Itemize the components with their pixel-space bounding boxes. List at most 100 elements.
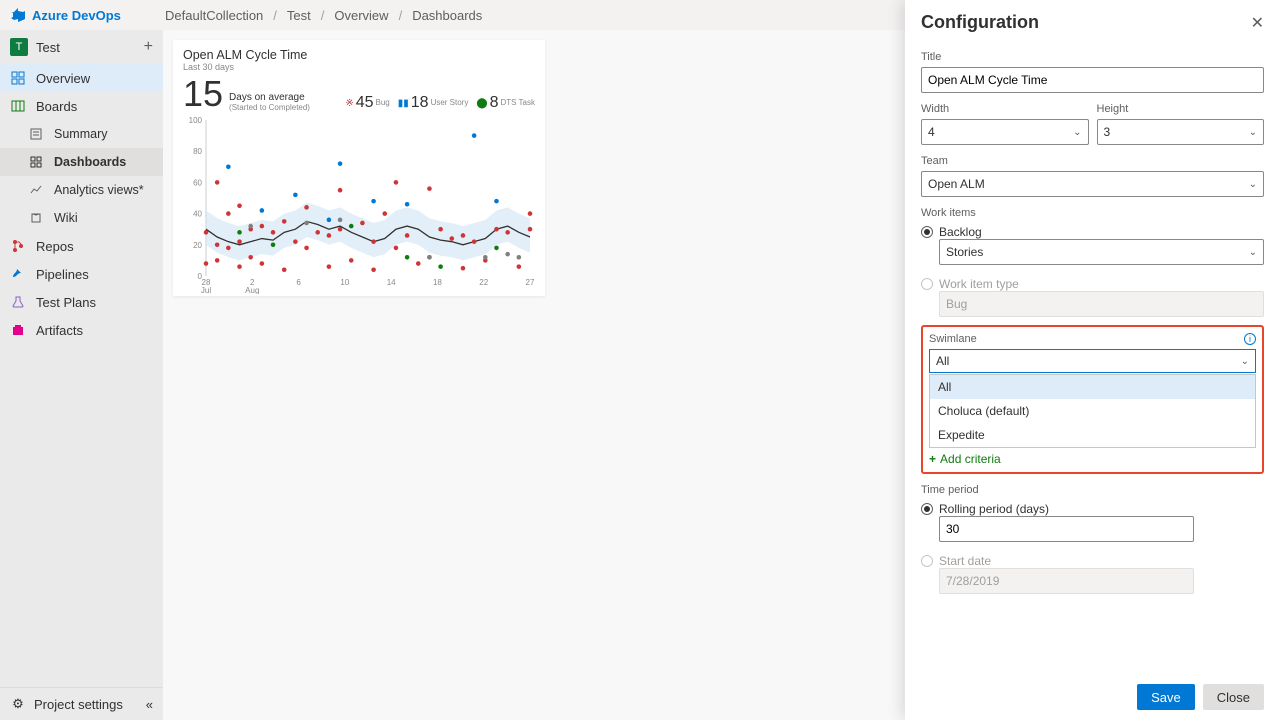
radio-off-icon (921, 555, 933, 567)
repos-icon (10, 238, 26, 254)
days-sublabel: (Started to Completed) (229, 103, 310, 112)
svg-text:6: 6 (296, 278, 301, 287)
info-icon[interactable]: i (1244, 333, 1256, 345)
panel-header: Configuration ✕ (905, 0, 1280, 37)
widget-header: 15 Days on average (Started to Completed… (183, 76, 535, 112)
project-row[interactable]: T Test + (0, 30, 163, 64)
chevron-down-icon: ⌄ (1073, 127, 1081, 138)
height-label: Height (1097, 103, 1265, 115)
sidebar-item-artifacts[interactable]: Artifacts (0, 316, 163, 344)
widget-title: Open ALM Cycle Time (183, 48, 535, 62)
radio-rolling[interactable]: Rolling period (days) (921, 502, 1264, 516)
crumb-3[interactable]: Dashboards (412, 8, 482, 23)
big-value: 15 (183, 76, 223, 112)
close-button[interactable]: Close (1203, 684, 1264, 710)
bug-icon: ※ (345, 98, 353, 109)
save-button[interactable]: Save (1137, 684, 1195, 710)
chart-area: 02040608010028Jul2Aug61014182227 (183, 116, 535, 294)
sidebar-item-label: Artifacts (36, 323, 83, 338)
chevron-down-icon: ⌄ (1249, 247, 1257, 258)
svg-text:40: 40 (193, 210, 202, 219)
wit-select: Bug (939, 291, 1264, 317)
panel-title: Configuration (921, 12, 1039, 33)
workitems-label: Work items (921, 207, 1264, 219)
sidebar-item-overview[interactable]: Overview (0, 64, 163, 92)
backlog-select[interactable]: Stories⌄ (939, 239, 1264, 265)
swimlane-highlight: Swimlane i All⌄ All Choluca (default) Ex… (921, 325, 1264, 474)
sidebar-item-boards[interactable]: Boards (0, 92, 163, 120)
swimlane-option[interactable]: Choluca (default) (930, 399, 1255, 423)
task-icon: ⬤ (476, 98, 487, 109)
crumb-2[interactable]: Overview (334, 8, 388, 23)
sidebar-sub-summary[interactable]: Summary (0, 120, 163, 148)
project-name: Test (36, 40, 60, 55)
sidebar-sub-analytics[interactable]: Analytics views* (0, 176, 163, 204)
chevron-down-icon: ⌄ (1249, 127, 1257, 138)
sidebar-item-testplans[interactable]: Test Plans (0, 288, 163, 316)
rolling-input[interactable] (939, 516, 1194, 542)
svg-text:Jul: Jul (201, 286, 211, 294)
cycle-time-widget[interactable]: Open ALM Cycle Time Last 30 days 15 Days… (173, 40, 545, 296)
svg-text:22: 22 (479, 278, 488, 287)
artifacts-icon (10, 322, 26, 338)
analytics-icon (28, 182, 44, 198)
width-select[interactable]: 4⌄ (921, 119, 1089, 145)
sidebar-item-label: Analytics views* (54, 183, 144, 197)
radio-backlog[interactable]: Backlog (921, 225, 1264, 239)
metric-task: ⬤ 8 DTS Task (476, 94, 535, 112)
title-label: Title (921, 51, 1264, 63)
plus-icon: + (929, 452, 936, 466)
crumb-0[interactable]: DefaultCollection (165, 8, 263, 23)
boards-icon (10, 98, 26, 114)
settings-label: Project settings (34, 697, 123, 712)
sidebar-item-label: Dashboards (54, 155, 126, 169)
swimlane-option[interactable]: All (930, 375, 1255, 399)
sidebar-item-pipelines[interactable]: Pipelines (0, 260, 163, 288)
sidebar-item-label: Summary (54, 127, 107, 141)
width-label: Width (921, 103, 1089, 115)
team-select[interactable]: Open ALM⌄ (921, 171, 1264, 197)
height-select[interactable]: 3⌄ (1097, 119, 1265, 145)
radio-wit[interactable]: Work item type (921, 277, 1264, 291)
metric-bug: ※ 45 Bug (345, 94, 389, 112)
userstory-icon: ▮▮ (398, 98, 409, 109)
add-criteria[interactable]: + Add criteria (929, 452, 1256, 466)
chevron-down-icon: ⌄ (1249, 179, 1257, 190)
timeperiod-label: Time period (921, 484, 1264, 496)
swimlane-select[interactable]: All⌄ (929, 349, 1256, 373)
sidebar-item-label: Repos (36, 239, 74, 254)
sidebar-item-label: Wiki (54, 211, 78, 225)
crumb-1[interactable]: Test (287, 8, 311, 23)
svg-text:Aug: Aug (245, 286, 259, 294)
add-icon[interactable]: + (144, 38, 153, 56)
config-panel: Configuration ✕ Title Width 4⌄ Height 3⌄… (905, 0, 1280, 720)
close-icon[interactable]: ✕ (1251, 13, 1264, 33)
panel-footer: Save Close (905, 674, 1280, 720)
sidebar-sub-dashboards[interactable]: Dashboards (0, 148, 163, 176)
radio-startdate[interactable]: Start date (921, 554, 1264, 568)
swimlane-label: Swimlane (929, 333, 977, 345)
project-badge: T (10, 38, 28, 56)
team-label: Team (921, 155, 1264, 167)
overview-icon (10, 70, 26, 86)
logo-area: Azure DevOps (10, 7, 165, 23)
sidebar-item-label: Overview (36, 71, 90, 86)
svg-text:80: 80 (193, 147, 202, 156)
sidebar-item-label: Test Plans (36, 295, 96, 310)
azure-devops-icon (10, 7, 26, 23)
gear-icon: ⚙ (10, 696, 26, 712)
title-input[interactable] (921, 67, 1264, 93)
svg-text:10: 10 (340, 278, 349, 287)
swimlane-option[interactable]: Expedite (930, 423, 1255, 447)
sidebar-sub-wiki[interactable]: Wiki (0, 204, 163, 232)
svg-text:18: 18 (433, 278, 442, 287)
breadcrumb: DefaultCollection/ Test/ Overview/ Dashb… (165, 8, 482, 23)
widget-subtitle: Last 30 days (183, 62, 535, 72)
sidebar-item-repos[interactable]: Repos (0, 232, 163, 260)
collapse-icon[interactable]: « (146, 697, 153, 712)
summary-icon (28, 126, 44, 142)
svg-text:14: 14 (387, 278, 396, 287)
project-settings[interactable]: ⚙ Project settings « (0, 687, 163, 720)
dashboards-icon (28, 154, 44, 170)
chevron-down-icon: ⌄ (1241, 356, 1249, 367)
